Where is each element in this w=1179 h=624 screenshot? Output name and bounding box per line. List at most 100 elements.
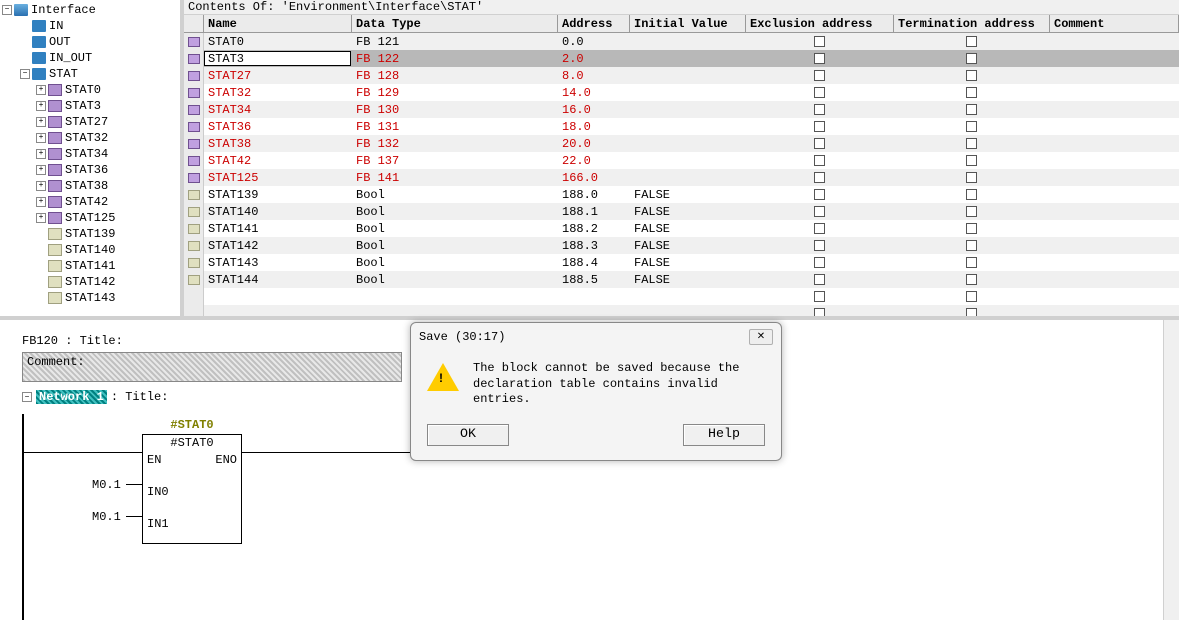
row-header[interactable] bbox=[184, 271, 204, 288]
termination-checkbox[interactable] bbox=[966, 291, 977, 302]
table-row[interactable]: STAT0FB 1210.0 bbox=[184, 33, 1179, 50]
col-exclusion[interactable]: Exclusion address bbox=[746, 15, 894, 32]
tree-item[interactable]: IN_OUT bbox=[48, 50, 93, 66]
exclusion-checkbox[interactable] bbox=[814, 308, 825, 316]
tree-item[interactable]: OUT bbox=[48, 34, 72, 50]
tree-child[interactable]: STAT36 bbox=[64, 162, 109, 178]
termination-checkbox[interactable] bbox=[966, 36, 977, 47]
row-header[interactable] bbox=[184, 67, 204, 84]
col-address[interactable]: Address bbox=[558, 15, 630, 32]
tree-child[interactable]: STAT143 bbox=[64, 290, 116, 306]
tree-item[interactable]: IN bbox=[48, 18, 64, 34]
exclusion-checkbox[interactable] bbox=[814, 138, 825, 149]
table-row[interactable]: STAT27FB 1288.0 bbox=[184, 67, 1179, 84]
table-row[interactable]: STAT140Bool188.1FALSE bbox=[184, 203, 1179, 220]
tree-toggle-stat[interactable]: − bbox=[20, 69, 30, 79]
row-header[interactable] bbox=[184, 203, 204, 220]
termination-checkbox[interactable] bbox=[966, 53, 977, 64]
table-row[interactable]: STAT38FB 13220.0 bbox=[184, 135, 1179, 152]
tree-child[interactable]: STAT140 bbox=[64, 242, 116, 258]
tree-child[interactable]: STAT27 bbox=[64, 114, 109, 130]
grid-body[interactable]: STAT0FB 1210.0STAT3FB 1222.0STAT27FB 128… bbox=[184, 33, 1179, 316]
table-row[interactable]: STAT3FB 1222.0 bbox=[184, 50, 1179, 67]
row-header[interactable] bbox=[184, 169, 204, 186]
termination-checkbox[interactable] bbox=[966, 189, 977, 200]
tree-child[interactable]: STAT125 bbox=[64, 210, 116, 226]
exclusion-checkbox[interactable] bbox=[814, 240, 825, 251]
table-row[interactable]: STAT34FB 13016.0 bbox=[184, 101, 1179, 118]
row-header[interactable] bbox=[184, 254, 204, 271]
table-row[interactable]: STAT141Bool188.2FALSE bbox=[184, 220, 1179, 237]
exclusion-checkbox[interactable] bbox=[814, 206, 825, 217]
row-header[interactable] bbox=[184, 186, 204, 203]
table-row[interactable]: STAT143Bool188.4FALSE bbox=[184, 254, 1179, 271]
termination-checkbox[interactable] bbox=[966, 87, 977, 98]
termination-checkbox[interactable] bbox=[966, 138, 977, 149]
tree-toggle-child[interactable]: + bbox=[36, 181, 46, 191]
fb-block[interactable]: #STAT0 EN ENO IN0 IN1 bbox=[142, 434, 242, 544]
table-row[interactable]: STAT139Bool188.0FALSE bbox=[184, 186, 1179, 203]
exclusion-checkbox[interactable] bbox=[814, 104, 825, 115]
tree-child[interactable]: STAT0 bbox=[64, 82, 102, 98]
tree-child[interactable]: STAT34 bbox=[64, 146, 109, 162]
in0-operand[interactable]: M0.1 bbox=[92, 478, 121, 492]
network-label[interactable]: Network 1 bbox=[36, 390, 107, 404]
termination-checkbox[interactable] bbox=[966, 172, 977, 183]
termination-checkbox[interactable] bbox=[966, 121, 977, 132]
tree-toggle-child[interactable]: + bbox=[36, 85, 46, 95]
exclusion-checkbox[interactable] bbox=[814, 70, 825, 81]
in1-operand[interactable]: M0.1 bbox=[92, 510, 121, 524]
exclusion-checkbox[interactable] bbox=[814, 155, 825, 166]
exclusion-checkbox[interactable] bbox=[814, 274, 825, 285]
exclusion-checkbox[interactable] bbox=[814, 223, 825, 234]
tree-child[interactable]: STAT141 bbox=[64, 258, 116, 274]
help-button[interactable]: Help bbox=[683, 424, 765, 446]
termination-checkbox[interactable] bbox=[966, 274, 977, 285]
dialog-close-button[interactable]: ✕ bbox=[749, 329, 773, 345]
tree-child[interactable]: STAT3 bbox=[64, 98, 102, 114]
table-row[interactable]: STAT32FB 12914.0 bbox=[184, 84, 1179, 101]
tree-root-label[interactable]: Interface bbox=[30, 2, 97, 18]
termination-checkbox[interactable] bbox=[966, 223, 977, 234]
tree-toggle-child[interactable]: + bbox=[36, 133, 46, 143]
tree-toggle-interface[interactable]: − bbox=[2, 5, 12, 15]
table-row[interactable] bbox=[184, 288, 1179, 305]
tree-toggle-child[interactable]: + bbox=[36, 213, 46, 223]
tree-child[interactable]: STAT139 bbox=[64, 226, 116, 242]
exclusion-checkbox[interactable] bbox=[814, 53, 825, 64]
exclusion-checkbox[interactable] bbox=[814, 257, 825, 268]
tree-child[interactable]: STAT32 bbox=[64, 130, 109, 146]
exclusion-checkbox[interactable] bbox=[814, 172, 825, 183]
table-row[interactable]: STAT144Bool188.5FALSE bbox=[184, 271, 1179, 288]
tree-toggle-child[interactable]: + bbox=[36, 117, 46, 127]
exclusion-checkbox[interactable] bbox=[814, 36, 825, 47]
row-header[interactable] bbox=[184, 220, 204, 237]
row-header[interactable] bbox=[184, 135, 204, 152]
table-row[interactable]: STAT42FB 13722.0 bbox=[184, 152, 1179, 169]
col-termination[interactable]: Termination address bbox=[894, 15, 1050, 32]
row-header[interactable] bbox=[184, 101, 204, 118]
tree-toggle-child[interactable]: + bbox=[36, 197, 46, 207]
tree-toggle-child[interactable]: + bbox=[36, 101, 46, 111]
termination-checkbox[interactable] bbox=[966, 155, 977, 166]
termination-checkbox[interactable] bbox=[966, 70, 977, 81]
tree-item[interactable]: STAT bbox=[48, 66, 79, 82]
tree-child[interactable]: STAT42 bbox=[64, 194, 109, 210]
tree-toggle-child[interactable]: + bbox=[36, 165, 46, 175]
exclusion-checkbox[interactable] bbox=[814, 121, 825, 132]
col-datatype[interactable]: Data Type bbox=[352, 15, 558, 32]
table-row[interactable] bbox=[184, 305, 1179, 316]
exclusion-checkbox[interactable] bbox=[814, 291, 825, 302]
row-header[interactable] bbox=[184, 50, 204, 67]
table-row[interactable]: STAT142Bool188.3FALSE bbox=[184, 237, 1179, 254]
row-header[interactable] bbox=[184, 33, 204, 50]
ok-button[interactable]: OK bbox=[427, 424, 509, 446]
comment-box[interactable]: Comment: bbox=[22, 352, 402, 382]
termination-checkbox[interactable] bbox=[966, 240, 977, 251]
termination-checkbox[interactable] bbox=[966, 257, 977, 268]
network-toggle[interactable]: − bbox=[22, 392, 32, 402]
table-row[interactable]: STAT125FB 141166.0 bbox=[184, 169, 1179, 186]
interface-tree[interactable]: − Interface INOUTIN_OUT−STAT+STAT0+STAT3… bbox=[0, 0, 184, 316]
row-header[interactable] bbox=[184, 152, 204, 169]
tree-child[interactable]: STAT38 bbox=[64, 178, 109, 194]
